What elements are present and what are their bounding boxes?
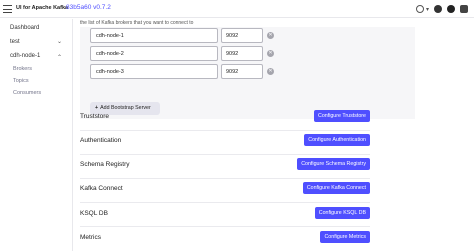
header-actions: ▾ bbox=[415, 3, 468, 15]
configure-metrics-button[interactable]: Configure Metrics bbox=[320, 231, 370, 243]
bootstrap-port-input[interactable]: 9092 bbox=[221, 28, 263, 43]
section-authentication: Authentication Configure Authentication bbox=[80, 129, 370, 153]
sidebar-item-brokers[interactable]: Brokers bbox=[13, 66, 32, 72]
bootstrap-host-input[interactable]: cdh-node-1 bbox=[90, 28, 218, 43]
section-label: Truststore bbox=[80, 113, 110, 120]
chevron-down-icon[interactable]: ▾ bbox=[426, 6, 429, 13]
discord-icon[interactable] bbox=[460, 5, 468, 13]
section-label: KSQL DB bbox=[80, 210, 108, 217]
sidebar-item-consumers[interactable]: Consumers bbox=[13, 90, 41, 96]
section-kafka-connect: Kafka Connect Configure Kafka Connect bbox=[80, 177, 370, 201]
configure-schema-registry-button[interactable]: Configure Schema Registry bbox=[297, 158, 370, 170]
cluster-config-form: the list of Kafka brokers that you want … bbox=[74, 19, 474, 251]
section-label: Kafka Connect bbox=[80, 185, 123, 192]
section-label: Metrics bbox=[80, 234, 101, 241]
sidebar-item-topics[interactable]: Topics bbox=[13, 78, 29, 84]
configure-truststore-button[interactable]: Configure Truststore bbox=[314, 110, 370, 122]
bootstrap-port-input[interactable]: 9092 bbox=[221, 64, 263, 79]
section-ksql-db: KSQL DB Configure KSQL DB bbox=[80, 202, 370, 226]
chevron-down-icon[interactable]: ⌄ bbox=[57, 38, 62, 45]
bootstrap-port-input[interactable]: 9092 bbox=[221, 46, 263, 61]
version-link[interactable]: 83b5a60 v0.7.2 bbox=[66, 4, 111, 11]
top-bar: UI for Apache Kafka 83b5a60 v0.7.2 ▾ bbox=[0, 0, 474, 18]
app-title[interactable]: UI for Apache Kafka bbox=[16, 5, 68, 11]
section-label: Authentication bbox=[80, 137, 122, 144]
bootstrap-hint: the list of Kafka brokers that you want … bbox=[80, 20, 194, 26]
section-schema-registry: Schema Registry Configure Schema Registr… bbox=[80, 153, 370, 177]
section-label: Schema Registry bbox=[80, 161, 130, 168]
bootstrap-host-input[interactable]: cdh-node-2 bbox=[90, 46, 218, 61]
sidebar-cluster-test[interactable]: test bbox=[10, 39, 20, 45]
menu-icon[interactable] bbox=[3, 5, 12, 13]
remove-server-icon[interactable]: ✕ bbox=[267, 32, 274, 39]
chevron-up-icon[interactable]: ⌃ bbox=[57, 54, 62, 61]
section-truststore: Truststore Configure Truststore bbox=[80, 105, 370, 129]
github-icon[interactable] bbox=[447, 5, 455, 13]
bootstrap-host-input[interactable]: cdh-node-3 bbox=[90, 64, 218, 79]
configure-authentication-button[interactable]: Configure Authentication bbox=[304, 134, 370, 146]
theme-icon[interactable] bbox=[415, 5, 424, 13]
remove-server-icon[interactable]: ✕ bbox=[267, 50, 274, 57]
configure-ksql-db-button[interactable]: Configure KSQL DB bbox=[314, 207, 370, 219]
dark-mode-icon[interactable] bbox=[434, 5, 442, 13]
sidebar: Dashboard test ⌄ cdh-node-1 ⌃ Brokers To… bbox=[0, 19, 73, 251]
section-metrics: Metrics Configure Metrics bbox=[80, 226, 370, 250]
remove-server-icon[interactable]: ✕ bbox=[267, 68, 274, 75]
configure-kafka-connect-button[interactable]: Configure Kafka Connect bbox=[302, 182, 370, 194]
sidebar-cluster-cdh-node-1[interactable]: cdh-node-1 bbox=[10, 53, 40, 59]
sidebar-item-dashboard[interactable]: Dashboard bbox=[10, 25, 39, 31]
